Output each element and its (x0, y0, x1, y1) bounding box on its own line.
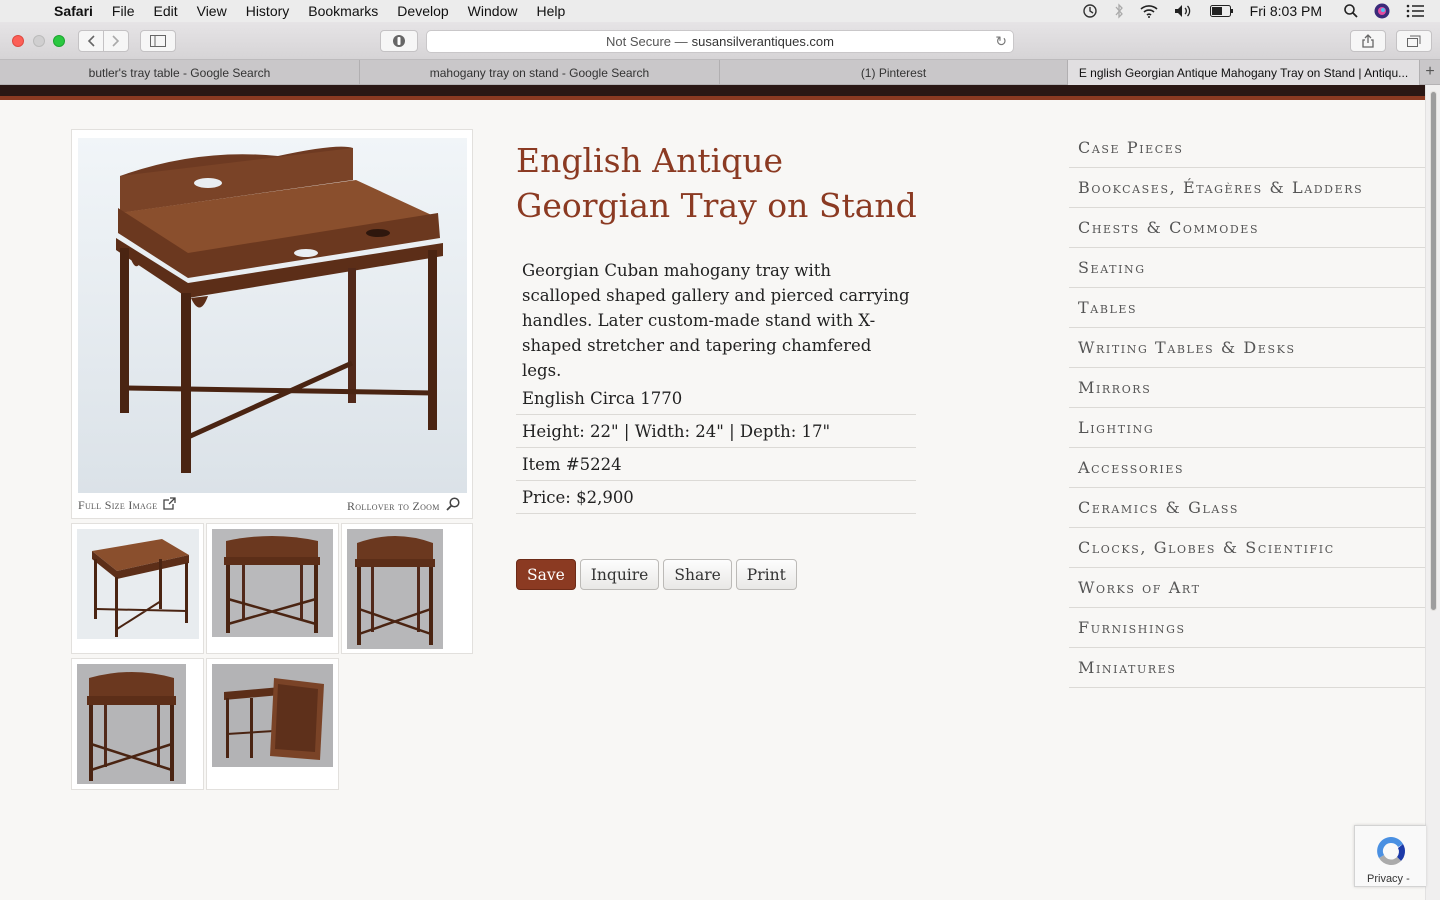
share-icon (1362, 34, 1374, 48)
chevron-right-icon (112, 35, 120, 47)
tabs-icon (1407, 35, 1421, 47)
time-machine-icon[interactable] (1082, 3, 1098, 19)
product-title: English Antique Georgian Tray on Stand (516, 138, 936, 228)
product-title-line1: English Antique (516, 141, 784, 180)
tab-bar: butler's tray table - Google Search maho… (0, 60, 1440, 85)
share-toolbar-button[interactable] (1350, 30, 1386, 52)
wifi-icon[interactable] (1140, 4, 1158, 18)
category-accessories[interactable]: Accessories (1069, 448, 1425, 488)
tab-overview-button[interactable] (1396, 30, 1432, 52)
category-case-pieces[interactable]: Case Pieces (1069, 128, 1425, 168)
print-button[interactable]: Print (735, 559, 797, 590)
forward-button[interactable] (103, 30, 129, 52)
recaptcha-badge[interactable]: Privacy - (1354, 825, 1426, 887)
volume-icon[interactable] (1174, 4, 1194, 18)
category-bookcases[interactable]: Bookcases, Étagères & Ladders (1069, 168, 1425, 208)
product-actions: Save Inquire Share Print (516, 559, 801, 590)
menu-view[interactable]: View (197, 3, 227, 19)
spotlight-search-icon[interactable] (1344, 4, 1358, 18)
category-chests-commodes[interactable]: Chests & Commodes (1069, 208, 1425, 248)
security-status: Not Secure — (605, 34, 688, 49)
privacy-extension-button[interactable] (380, 30, 418, 52)
category-clocks-globes[interactable]: Clocks, Globes & Scientific (1069, 528, 1425, 568)
main-product-image-frame: Full Size Image Rollover to Zoom (71, 129, 473, 519)
category-mirrors[interactable]: Mirrors (1069, 368, 1425, 408)
rollover-zoom-hint: Rollover to Zoom (347, 497, 460, 515)
site-header (0, 85, 1425, 100)
category-tables[interactable]: Tables (1069, 288, 1425, 328)
product-thumbnail-2[interactable] (206, 523, 339, 654)
tab-mahogany-tray-search[interactable]: mahogany tray on stand - Google Search (360, 60, 720, 85)
spec-origin: English Circa 1770 (516, 382, 916, 415)
menu-app-safari[interactable]: Safari (54, 3, 93, 19)
notification-center-icon[interactable] (1406, 4, 1424, 18)
share-button[interactable]: Share (663, 559, 732, 590)
siri-icon[interactable] (1374, 3, 1390, 19)
window-zoom-button[interactable] (53, 35, 65, 47)
save-button[interactable]: Save (516, 559, 576, 590)
window-minimize-button[interactable] (33, 35, 45, 47)
category-ceramics-glass[interactable]: Ceramics & Glass (1069, 488, 1425, 528)
product-thumbnail-5[interactable] (206, 658, 339, 790)
menu-window[interactable]: Window (468, 3, 518, 19)
inquire-button[interactable]: Inquire (579, 559, 660, 590)
back-button[interactable] (78, 30, 104, 52)
menu-bar: Safari File Edit View History Bookmarks … (0, 0, 1440, 22)
menu-develop[interactable]: Develop (397, 3, 448, 19)
shield-icon (393, 35, 405, 47)
category-seating[interactable]: Seating (1069, 248, 1425, 288)
spec-price: Price: $2,900 (516, 481, 916, 514)
product-description: Georgian Cuban mahogany tray with scallo… (522, 261, 910, 380)
tab-pinterest[interactable]: (1) Pinterest (720, 60, 1068, 85)
product-title-line2: Georgian Tray on Stand (516, 186, 917, 225)
tab-butlers-tray-search[interactable]: butler's tray table - Google Search (0, 60, 360, 85)
bluetooth-icon[interactable] (1114, 3, 1124, 19)
product-specs: English Circa 1770 Height: 22" | Width: … (516, 382, 916, 514)
rollover-zoom-label: Rollover to Zoom (347, 498, 440, 513)
scrollbar-thumb[interactable] (1430, 91, 1437, 611)
chevron-left-icon (87, 35, 95, 47)
category-lighting[interactable]: Lighting (1069, 408, 1425, 448)
menu-clock[interactable]: Fri 8:03 PM (1250, 3, 1322, 19)
product-thumbnail-3[interactable] (341, 523, 473, 654)
product-thumbnail-1[interactable] (71, 523, 204, 654)
window-close-button[interactable] (12, 35, 24, 47)
browser-toolbar: Not Secure — susansilverantiques.com ↻ (0, 22, 1440, 60)
category-writing-tables-desks[interactable]: Writing Tables & Desks (1069, 328, 1425, 368)
product-thumbnail-4[interactable] (71, 658, 204, 790)
sidebar-icon (150, 35, 166, 47)
menu-file[interactable]: File (112, 3, 135, 19)
new-tab-icon[interactable]: + (1420, 60, 1440, 84)
menu-bookmarks[interactable]: Bookmarks (308, 3, 378, 19)
spec-item-number: Item #5224 (516, 448, 916, 481)
recaptcha-privacy-link[interactable]: Privacy - (1367, 873, 1410, 885)
sidebar-toggle-button[interactable] (140, 30, 176, 52)
full-size-image-link[interactable]: Full Size Image (78, 497, 177, 514)
full-size-image-label: Full Size Image (78, 498, 158, 512)
category-miniatures[interactable]: Miniatures (1069, 648, 1425, 688)
reload-icon[interactable]: ↻ (995, 33, 1007, 50)
spec-dimensions: Height: 22" | Width: 24" | Depth: 17" (516, 415, 916, 448)
tab-active-product[interactable]: E nglish Georgian Antique Mahogany Tray … (1068, 60, 1420, 85)
address-bar[interactable]: Not Secure — susansilverantiques.com ↻ (426, 30, 1014, 53)
category-works-of-art[interactable]: Works of Art (1069, 568, 1425, 608)
main-product-image[interactable] (78, 138, 467, 493)
recaptcha-icon (1377, 837, 1405, 866)
zoom-icon (446, 497, 460, 515)
address-domain: susansilverantiques.com (691, 34, 834, 49)
menu-help[interactable]: Help (536, 3, 565, 19)
battery-icon[interactable] (1209, 5, 1234, 17)
category-furnishings[interactable]: Furnishings (1069, 608, 1425, 648)
page-scrollbar[interactable] (1425, 85, 1440, 900)
external-link-icon (163, 497, 177, 514)
menu-history[interactable]: History (246, 3, 290, 19)
category-nav: Case Pieces Bookcases, Étagères & Ladder… (1069, 128, 1425, 688)
menu-edit[interactable]: Edit (153, 3, 177, 19)
